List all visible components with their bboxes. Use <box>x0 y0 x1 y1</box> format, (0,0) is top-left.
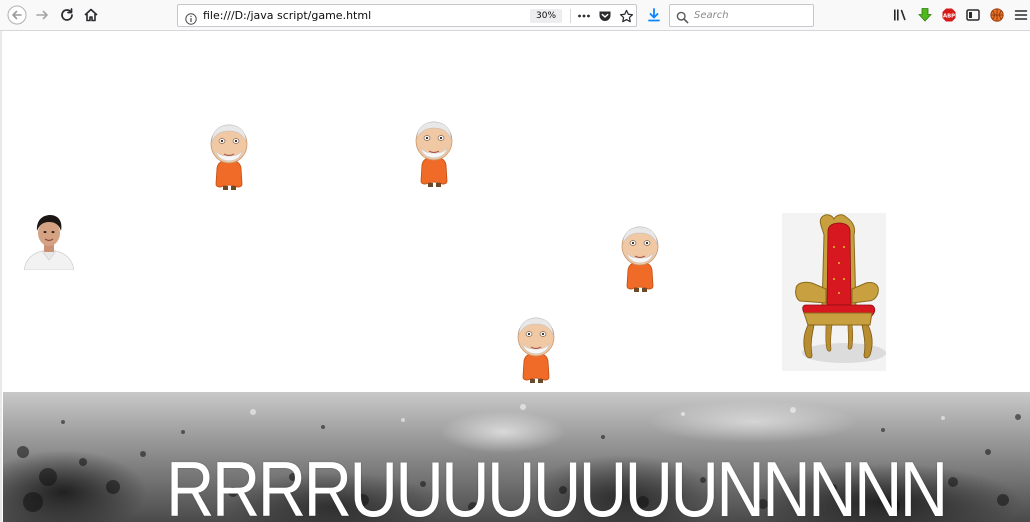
browser-window: file:///D:/java script/game.html 30% Sea… <box>0 0 1030 522</box>
more-dots-icon[interactable] <box>576 8 592 24</box>
info-icon[interactable] <box>185 10 197 25</box>
svg-text:ABP: ABP <box>943 13 955 19</box>
run-banner-text: RRRRUUUUUUUUNNNNN <box>166 445 948 522</box>
library-icon[interactable] <box>889 4 911 26</box>
reload-icon[interactable] <box>56 4 78 26</box>
enemy-head-sprite <box>413 121 455 187</box>
enemy-head-sprite <box>208 124 250 190</box>
search-input[interactable] <box>694 7 806 24</box>
hamburger-menu-icon[interactable] <box>1012 4 1030 26</box>
player-character <box>23 213 75 271</box>
sidebar-icon[interactable] <box>962 4 984 26</box>
home-icon[interactable] <box>80 4 102 26</box>
browser-toolbar: file:///D:/java script/game.html 30% Sea… <box>0 0 1030 31</box>
search-bar[interactable] <box>669 4 814 27</box>
url-bar[interactable]: file:///D:/java script/game.html 30% <box>177 4 637 27</box>
back-arrow-icon[interactable] <box>6 4 28 26</box>
basketball-icon[interactable] <box>986 4 1008 26</box>
pocket-icon[interactable] <box>597 8 613 24</box>
star-icon[interactable] <box>618 8 634 24</box>
zoom-level-badge[interactable]: 30% <box>530 9 563 23</box>
enemy-head-sprite <box>515 317 557 383</box>
abp-icon[interactable]: ABP <box>938 4 960 26</box>
forward-arrow-icon[interactable] <box>31 4 53 26</box>
url-text[interactable]: file:///D:/java script/game.html <box>203 9 371 22</box>
enemy-head-sprite <box>619 226 661 292</box>
green-download-icon[interactable] <box>914 4 936 26</box>
download-arrow-icon[interactable] <box>643 4 665 26</box>
url-divider <box>570 9 571 23</box>
search-icon <box>676 9 689 28</box>
golden-throne-chair <box>782 213 886 371</box>
